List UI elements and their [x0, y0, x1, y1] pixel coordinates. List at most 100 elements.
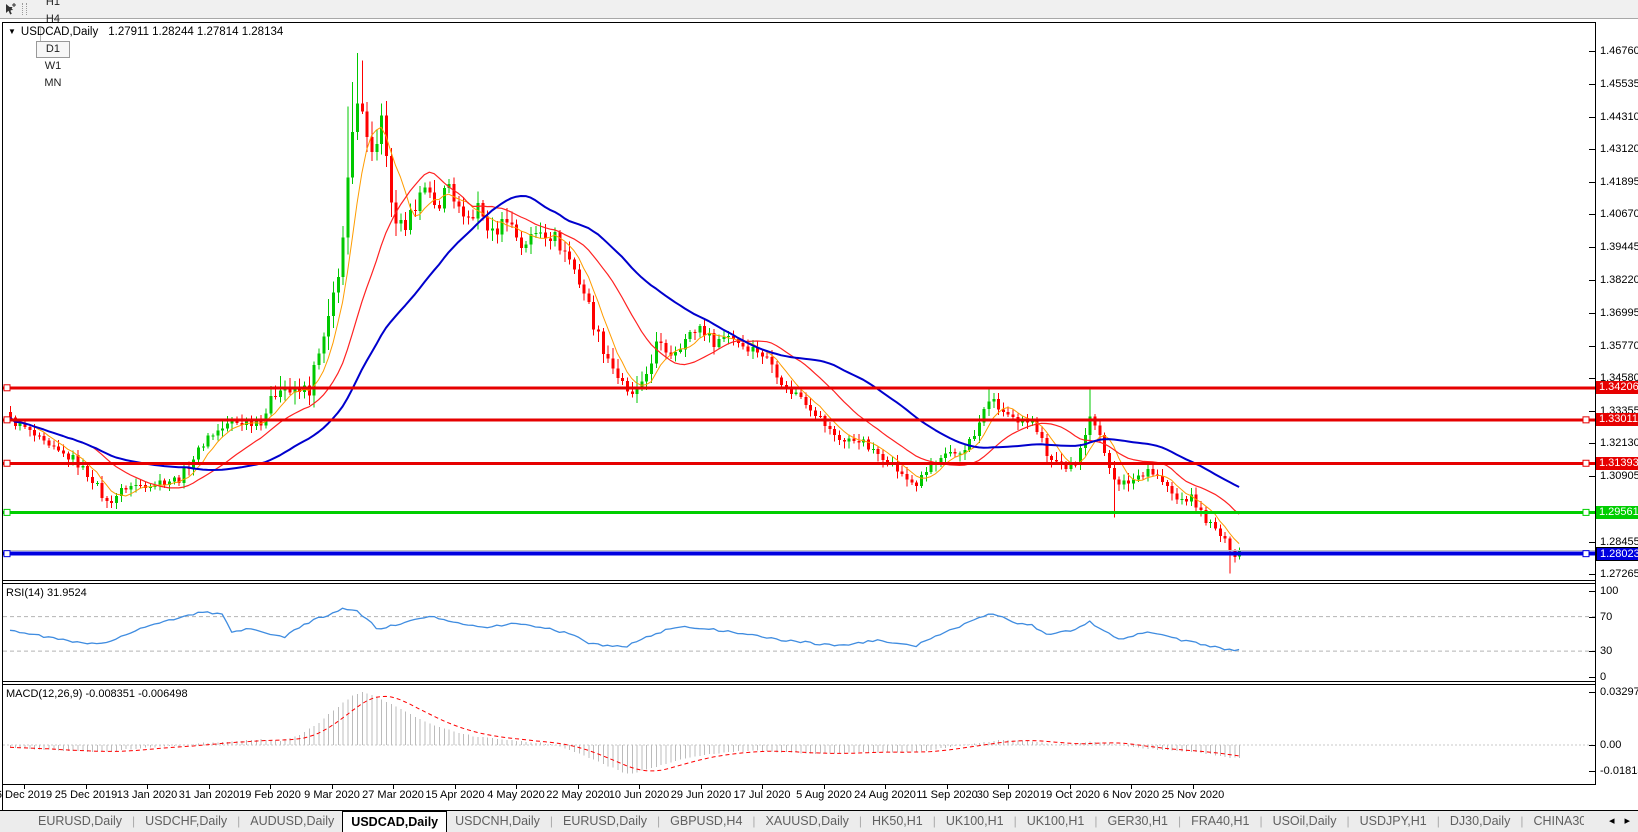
tab-separator: | [858, 814, 863, 828]
timeframe-toolbar: ▼ M1M5M15M30H1H4D1W1MN [0, 0, 1638, 89]
ma-fast[interactable] [9, 126, 1240, 544]
chart-title: ▼ USDCAD,Daily 1.27911 1.28244 1.27814 1.2… [8, 26, 283, 38]
line-handle-left[interactable] [3, 459, 11, 467]
main-rsi-divider-2 [2, 583, 1596, 584]
tab-uk100-h1[interactable]: UK100,H1 [1019, 811, 1093, 832]
rsi-tick-label: 100 [1600, 585, 1619, 597]
rsi-macd-divider[interactable] [2, 681, 1596, 682]
line-handle-left[interactable] [3, 416, 11, 424]
price-tick [1589, 313, 1595, 314]
tab-separator: | [932, 814, 936, 828]
date-label[interactable]: 10 Jun 2020 [609, 789, 670, 801]
tab-eurusd-daily[interactable]: EURUSD,Daily [555, 811, 655, 832]
macd-panel-label: MACD(12,26,9) -0.008351 -0.006498 [6, 688, 188, 700]
tab-usoil-daily[interactable]: USOil,Daily [1265, 811, 1345, 832]
tab-scroll-right-icon[interactable]: ▸ [1624, 811, 1630, 832]
tab-gbpusd-h4[interactable]: GBPUSD,H4 [662, 811, 750, 832]
macd-tick [1589, 745, 1595, 746]
tab-dj30-daily[interactable]: DJ30,Daily [1442, 811, 1518, 832]
tab-uk100-h1[interactable]: UK100,H1 [938, 811, 1012, 832]
tab-ger30-h1[interactable]: GER30,H1 [1100, 811, 1176, 832]
tab-hk50-h1[interactable]: HK50,H1 [864, 811, 931, 832]
date-label[interactable]: 22 May 2020 [546, 789, 610, 801]
macd-tick-label: 0.032972 [1600, 686, 1638, 698]
date-label[interactable]: 25 Dec 2019 [55, 789, 117, 801]
line-handle-left[interactable] [3, 384, 11, 392]
tab-separator: | [549, 814, 553, 828]
date-label[interactable]: 19 Oct 2020 [1040, 789, 1100, 801]
price-tick [1589, 378, 1595, 379]
date-label[interactable]: 25 Nov 2020 [1162, 789, 1224, 801]
tab-usdchf-daily[interactable]: USDCHF,Daily [137, 811, 235, 832]
tab-separator: | [1094, 814, 1098, 828]
price-tick [1589, 280, 1595, 281]
price-tick-label: 1.46760 [1600, 45, 1638, 57]
rsi-tick [1589, 617, 1595, 618]
date-label[interactable]: 9 Mar 2020 [304, 789, 360, 801]
date-label[interactable]: 31 Jan 2020 [179, 789, 240, 801]
collapse-chart-icon[interactable]: ▼ [8, 27, 16, 36]
price-axis-separator [1595, 22, 1596, 785]
price-tick-label: 1.45535 [1600, 78, 1638, 90]
line-handle-left[interactable] [3, 508, 11, 516]
line-handle-right[interactable] [1582, 508, 1590, 516]
date-label[interactable]: 29 Jun 2020 [671, 789, 732, 801]
date-label[interactable]: 6 Nov 2020 [1103, 789, 1159, 801]
price-tick [1589, 51, 1595, 52]
date-label[interactable]: 30 Sep 2020 [977, 789, 1039, 801]
date-label[interactable]: 11 Sep 2020 [916, 789, 978, 801]
timeframe-button-h1[interactable]: H1 [36, 0, 70, 11]
macd-indicator-chart[interactable] [3, 685, 1595, 783]
tab-separator: | [1346, 814, 1350, 828]
tab-separator: | [1436, 814, 1440, 828]
price-tick [1589, 574, 1595, 575]
date-label[interactable]: 24 Aug 2020 [854, 789, 916, 801]
rsi-indicator-chart[interactable] [3, 584, 1595, 681]
line-handle-right[interactable] [1582, 416, 1590, 424]
price-tick-label: 1.32130 [1600, 437, 1638, 449]
chart-ohlc-values: 1.27911 1.28244 1.27814 1.28134 [108, 26, 284, 38]
tab-fra40-h1[interactable]: FRA40,H1 [1183, 811, 1257, 832]
tab-scroll-left-icon[interactable]: ◂ [1609, 811, 1615, 832]
main-price-chart[interactable] [3, 23, 1595, 580]
chart-tab-bar: EURUSD,Daily | USDCHF,Daily | AUDUSD,Daily US… [0, 811, 1638, 832]
toolbar-grip[interactable] [21, 3, 27, 15]
main-rsi-divider[interactable] [2, 580, 1596, 581]
line-handle-right[interactable] [1582, 459, 1590, 467]
date-label[interactable]: 19 Feb 2020 [239, 789, 301, 801]
date-label[interactable]: 4 May 2020 [487, 789, 544, 801]
tab-audusd-daily[interactable]: AUDUSD,Daily [242, 811, 342, 832]
date-label[interactable]: 15 Apr 2020 [425, 789, 484, 801]
rsi-value: 31.9524 [46, 587, 87, 599]
date-label[interactable]: 27 Mar 2020 [362, 789, 424, 801]
macd-date-divider [2, 784, 1596, 785]
date-label[interactable]: 17 Jul 2020 [734, 789, 791, 801]
price-tick [1589, 476, 1595, 477]
price-tick-label: 1.38220 [1600, 274, 1638, 286]
line-handle-right[interactable] [1582, 550, 1590, 558]
rsi-tick-label: 30 [1600, 645, 1613, 657]
rsi-line [9, 607, 1240, 652]
macd-tick-label: 0.00 [1600, 739, 1622, 751]
price-tick-label: 1.39445 [1600, 241, 1638, 253]
date-label[interactable]: 13 Jan 2020 [117, 789, 178, 801]
price-tick [1589, 346, 1595, 347]
tab-separator: | [1013, 814, 1017, 828]
chart-symbol-period: USDCAD,Daily [20, 26, 99, 38]
price-tick [1589, 84, 1595, 85]
rsi-tick-label: 70 [1600, 611, 1613, 623]
date-label[interactable]: 5 Aug 2020 [796, 789, 852, 801]
tab-separator: | [1520, 814, 1524, 828]
line-handle-left[interactable] [3, 550, 11, 558]
mt4-app: ▼ M1M5M15M30H1H4D1W1MN ▼USDCAD,Daily1.27… [0, 0, 1638, 832]
price-tick-label: 1.44310 [1600, 111, 1638, 123]
tab-usdcad-daily[interactable]: USDCAD,Daily [342, 811, 448, 832]
rsi-panel-label: RSI(14) 31.9524 [6, 587, 87, 599]
tab-usdcnh-daily[interactable]: USDCNH,Daily [447, 811, 548, 832]
cursor-tool-group[interactable]: ▼ [0, 2, 20, 14]
tab-eurusd-daily[interactable]: EURUSD,Daily [30, 811, 130, 832]
tab-separator: | [657, 814, 661, 828]
date-label[interactable]: 6 Dec 2019 [0, 789, 52, 801]
tab-usdjpy-h1[interactable]: USDJPY,H1 [1352, 811, 1435, 832]
tab-xauusd-daily[interactable]: XAUUSD,Daily [758, 811, 857, 832]
